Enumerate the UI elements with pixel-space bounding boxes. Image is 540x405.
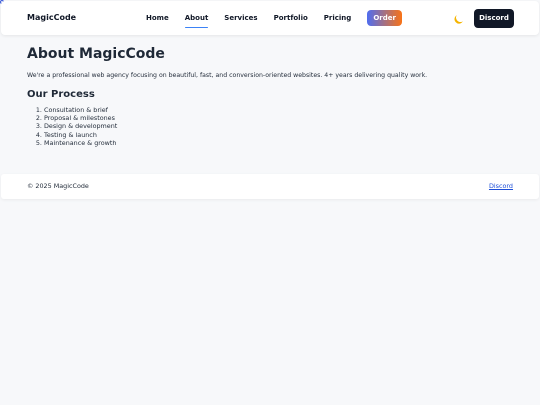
discord-button[interactable]: Discord: [474, 9, 514, 28]
page-title: About MagicCode: [27, 46, 165, 62]
footer-discord-link[interactable]: Discord: [489, 174, 513, 199]
order-button[interactable]: Order: [367, 10, 402, 26]
main-nav: Home About Services Portfolio Pricing Or…: [146, 1, 402, 35]
nav-home[interactable]: Home: [146, 10, 169, 26]
site-header: MagicCode Home About Services Portfolio …: [1, 1, 539, 35]
intro-text: We're a professional web agency focusing…: [27, 72, 428, 79]
nav-portfolio[interactable]: Portfolio: [274, 10, 308, 26]
nav-about[interactable]: About: [184, 10, 208, 28]
site-footer: © 2025 MagicCode Discord: [1, 174, 539, 199]
moon-icon[interactable]: [455, 12, 467, 24]
process-step: Consultation & brief: [44, 106, 517, 114]
process-step: Maintenance & growth: [44, 139, 517, 147]
process-list: Consultation & brief Proposal & mileston…: [27, 106, 517, 147]
process-step: Proposal & milestones: [44, 114, 517, 122]
brand-logo[interactable]: MagicCode: [27, 1, 76, 35]
process-title: Our Process: [27, 89, 95, 100]
process-step: Design & development: [44, 122, 517, 130]
main-content: About MagicCode We're a professional web…: [27, 44, 517, 147]
nav-services[interactable]: Services: [224, 10, 257, 26]
copyright-text: © 2025 MagicCode: [27, 182, 89, 190]
nav-pricing[interactable]: Pricing: [324, 10, 352, 26]
process-step: Testing & launch: [44, 131, 517, 139]
